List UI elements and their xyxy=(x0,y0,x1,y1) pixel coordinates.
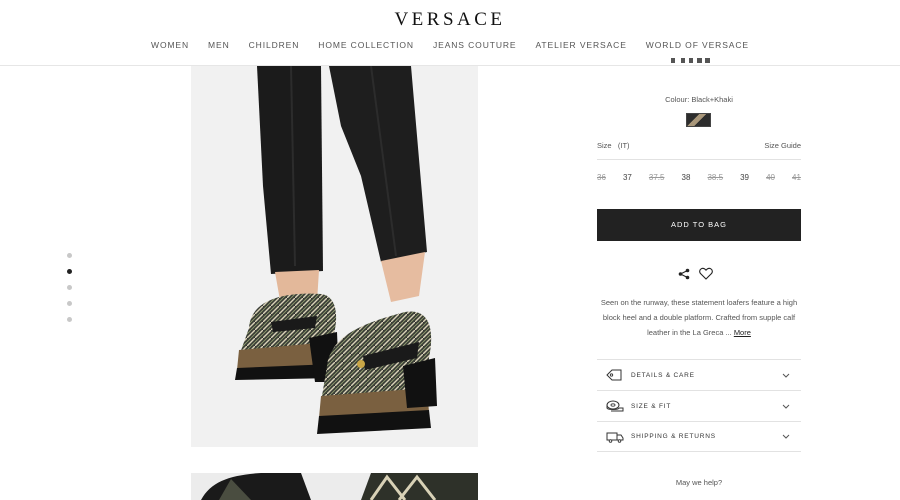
chevron-down-icon xyxy=(782,373,790,378)
accordion-label: SHIPPING & RETURNS xyxy=(631,433,716,440)
size-options: 36 37 37.5 38 38.5 39 40 41 xyxy=(597,173,801,182)
measuring-tape-icon xyxy=(606,400,628,412)
carousel-dots xyxy=(67,253,72,333)
nav-item-atelier-versace[interactable]: ATELIER VERSACE xyxy=(535,40,626,50)
chevron-down-icon xyxy=(782,404,790,409)
site-header: VERSACE WOMEN MEN CHILDREN HOME COLLECTI… xyxy=(0,0,900,66)
carousel-dot-active[interactable] xyxy=(67,269,72,274)
size-option-unavailable[interactable]: 40 xyxy=(766,173,775,182)
size-label-text: Size xyxy=(597,141,612,150)
carousel-dot[interactable] xyxy=(67,253,72,258)
product-image[interactable] xyxy=(191,66,478,447)
main-nav: WOMEN MEN CHILDREN HOME COLLECTION JEANS… xyxy=(0,40,900,50)
chevron-down-icon xyxy=(782,434,790,439)
size-option[interactable]: 39 xyxy=(740,173,749,182)
size-option[interactable]: 38 xyxy=(682,173,691,182)
size-label: Size (IT) xyxy=(597,141,630,150)
product-description: Seen on the runway, these statement loaf… xyxy=(597,295,801,340)
size-system: (IT) xyxy=(617,141,630,150)
description-text: Seen on the runway, these statement loaf… xyxy=(600,298,798,337)
accordion-size-fit[interactable]: SIZE & FIT xyxy=(597,390,801,421)
size-header: Size (IT) Size Guide xyxy=(597,141,801,160)
loafer-photo-illustration xyxy=(191,66,478,447)
accordion-shipping-returns[interactable]: SHIPPING & RETURNS xyxy=(597,421,801,452)
accordion-details-care[interactable]: DETAILS & CARE xyxy=(597,359,801,390)
colour-swatch[interactable] xyxy=(686,113,711,127)
size-guide-link[interactable]: Size Guide xyxy=(764,141,801,150)
help-link[interactable]: May we help? xyxy=(597,478,801,487)
tag-icon xyxy=(606,369,628,381)
accordion-label: DETAILS & CARE xyxy=(631,371,695,379)
size-option-unavailable[interactable]: 41 xyxy=(792,173,801,182)
loafer-closeup-illustration xyxy=(191,473,478,500)
nav-item-children[interactable]: CHILDREN xyxy=(249,40,300,50)
truck-icon xyxy=(606,431,628,443)
nav-item-jeans-couture[interactable]: JEANS COUTURE xyxy=(433,40,517,50)
versace-logo[interactable]: VERSACE xyxy=(0,9,900,31)
add-to-bag-button[interactable]: ADD TO BAG xyxy=(597,209,801,241)
carousel-dot[interactable] xyxy=(67,301,72,306)
carousel-dot[interactable] xyxy=(67,285,72,290)
size-option-unavailable[interactable]: 36 xyxy=(597,173,606,182)
heart-icon[interactable] xyxy=(699,267,713,285)
size-option-unavailable[interactable]: 38.5 xyxy=(707,173,723,182)
product-image-secondary[interactable] xyxy=(191,473,478,500)
share-icon[interactable] xyxy=(678,267,690,285)
nav-item-home-collection[interactable]: HOME COLLECTION xyxy=(318,40,414,50)
price-cut-off xyxy=(671,58,710,63)
carousel-dot[interactable] xyxy=(67,317,72,322)
size-option-unavailable[interactable]: 37.5 xyxy=(649,173,665,182)
accordion-label: SIZE & FIT xyxy=(631,402,672,410)
nav-item-world-of-versace[interactable]: WORLD OF VERSACE xyxy=(646,40,749,50)
colour-label: Colour: Black+Khaki xyxy=(665,95,733,104)
nav-item-men[interactable]: MEN xyxy=(208,40,230,50)
product-actions xyxy=(678,267,713,285)
more-link[interactable]: More xyxy=(734,328,751,337)
size-option[interactable]: 37 xyxy=(623,173,632,182)
nav-item-women[interactable]: WOMEN xyxy=(151,40,189,50)
